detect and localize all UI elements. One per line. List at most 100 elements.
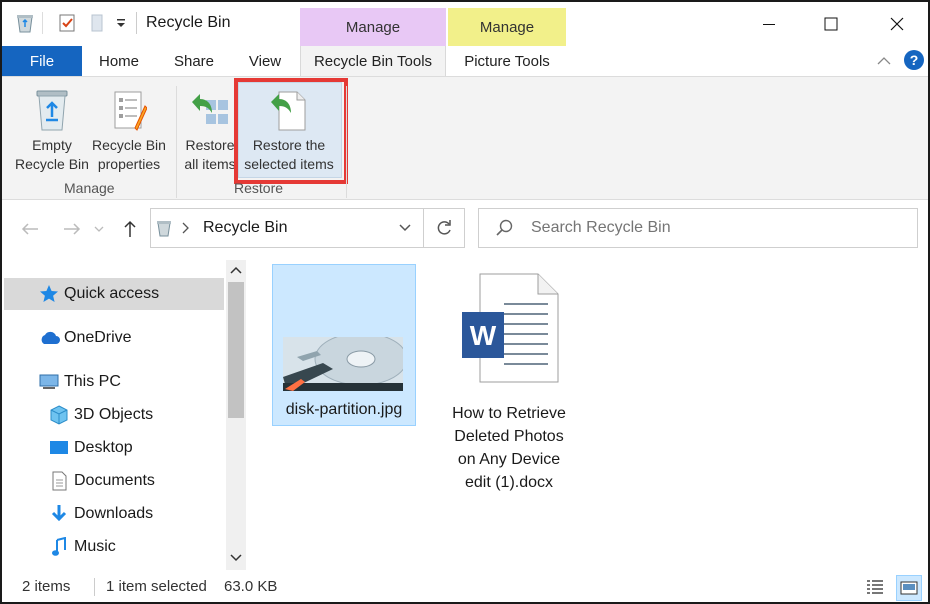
arrow-up-icon [124,220,136,237]
chevron-up-icon [877,57,891,65]
tab-picture-tools[interactable]: Picture Tools [448,46,566,76]
music-icon [48,537,70,557]
large-icons-view-button[interactable] [896,575,922,601]
context-group-manage-bin: Manage [300,8,446,46]
nav-item-this-pc[interactable]: This PC [4,366,224,398]
word-document-icon: W [460,272,560,384]
search-input[interactable] [529,215,913,241]
file-name: disk-partition.jpg [285,401,403,418]
details-view-icon [867,580,883,594]
tab-view[interactable]: View [236,46,294,76]
file-item-disk-partition[interactable]: disk-partition.jpg [272,264,416,426]
recent-locations-button[interactable] [90,212,108,246]
large-icons-view-icon [900,581,918,595]
file-item-docx[interactable]: W How to Retrieve Deleted Photos on Any … [436,264,582,492]
nav-item-downloads[interactable]: Downloads [4,498,224,530]
button-label: Recycle Bin [92,137,166,153]
refresh-icon [437,220,451,235]
nav-item-desktop[interactable]: Desktop [4,432,224,464]
context-group-manage-picture: Manage [448,8,566,46]
search-icon [495,218,515,238]
button-label: Recycle Bin [15,156,89,172]
explorer-window: Recycle Bin Manage Manage File Home Shar… [0,0,930,604]
group-separator [176,86,177,198]
scroll-down-button[interactable] [226,548,246,568]
search-box[interactable] [478,208,918,248]
title-separator [136,12,137,34]
button-label: Restore [185,137,235,153]
status-separator [94,578,95,596]
tab-file[interactable]: File [2,46,82,76]
collapse-ribbon-button[interactable] [872,50,896,72]
group-separator [346,86,347,198]
properties-icon [107,84,151,132]
group-label-manage: Manage [64,180,115,196]
chevron-up-icon [230,266,242,274]
context-group-label: Manage [345,18,401,36]
recycle-bin-small-icon[interactable] [14,12,36,34]
qat-separator [42,12,43,34]
svg-text:?: ? [910,52,919,68]
maximize-button[interactable] [808,2,854,46]
tab-recycle-bin-tools[interactable]: Recycle Bin Tools [300,46,446,76]
breadcrumb-chevron-icon[interactable] [179,221,191,235]
minimize-icon [763,24,775,25]
image-thumbnail [283,337,403,391]
recycle-bin-properties-button[interactable]: Recycle Bin properties [90,84,168,176]
context-group-label: Manage [479,18,535,36]
restore-all-items-button[interactable]: Restore all items [180,84,240,176]
documents-icon [48,471,70,491]
empty-bin-icon [30,84,74,132]
highlight-box [234,78,348,184]
chevron-down-icon [94,226,104,232]
tab-home[interactable]: Home [86,46,152,76]
properties-check-icon[interactable] [56,12,78,34]
window-title: Recycle Bin [146,14,231,31]
arrow-right-icon [64,223,81,235]
up-button[interactable] [116,212,144,246]
help-button[interactable]: ? [902,48,926,72]
selection-count: 1 item selected [106,578,207,595]
nav-item-onedrive[interactable]: OneDrive [4,322,224,354]
chevron-down-icon [399,224,411,232]
refresh-button[interactable] [424,208,465,248]
status-bar: 2 items 1 item selected 63.0 KB [2,574,928,602]
arrow-left-icon [21,223,38,235]
computer-icon [38,372,60,392]
nav-item-music[interactable]: Music [4,531,224,563]
download-icon [48,504,70,524]
group-label-restore: Restore [234,180,284,196]
back-button[interactable] [16,212,44,246]
file-name: How to Retrieve Deleted Photos on Any De… [452,405,566,491]
nav-item-documents[interactable]: Documents [4,465,224,497]
breadcrumb-location[interactable]: Recycle Bin [203,219,287,237]
button-label: Empty [32,137,72,153]
button-label: properties [97,156,161,172]
help-icon: ? [904,50,924,70]
tab-share[interactable]: Share [162,46,226,76]
selection-size: 63.0 KB [224,578,278,595]
restore-all-icon [188,84,232,132]
nav-item-quick-access[interactable]: Quick access [4,278,224,310]
address-bar[interactable]: Recycle Bin [150,208,424,248]
qat-dropdown-icon[interactable] [112,12,130,34]
new-folder-icon[interactable] [86,12,108,34]
scrollbar-thumb[interactable] [228,282,244,418]
button-label: all items [184,156,236,172]
close-icon [890,17,904,31]
nav-item-3d-objects[interactable]: 3D Objects [4,399,224,431]
cube-icon [48,405,70,425]
recycle-bin-small-icon [155,218,173,238]
scroll-up-button[interactable] [226,260,246,280]
address-dropdown-button[interactable] [395,219,415,237]
empty-recycle-bin-button[interactable]: Empty Recycle Bin [10,84,94,176]
close-button[interactable] [874,2,920,46]
item-count: 2 items [22,578,71,595]
minimize-button[interactable] [746,2,792,46]
svg-text:W: W [470,320,497,351]
maximize-icon [824,17,838,31]
star-icon [38,284,60,304]
chevron-down-icon [230,554,242,562]
forward-button[interactable] [58,212,86,246]
details-view-button[interactable] [864,576,886,598]
